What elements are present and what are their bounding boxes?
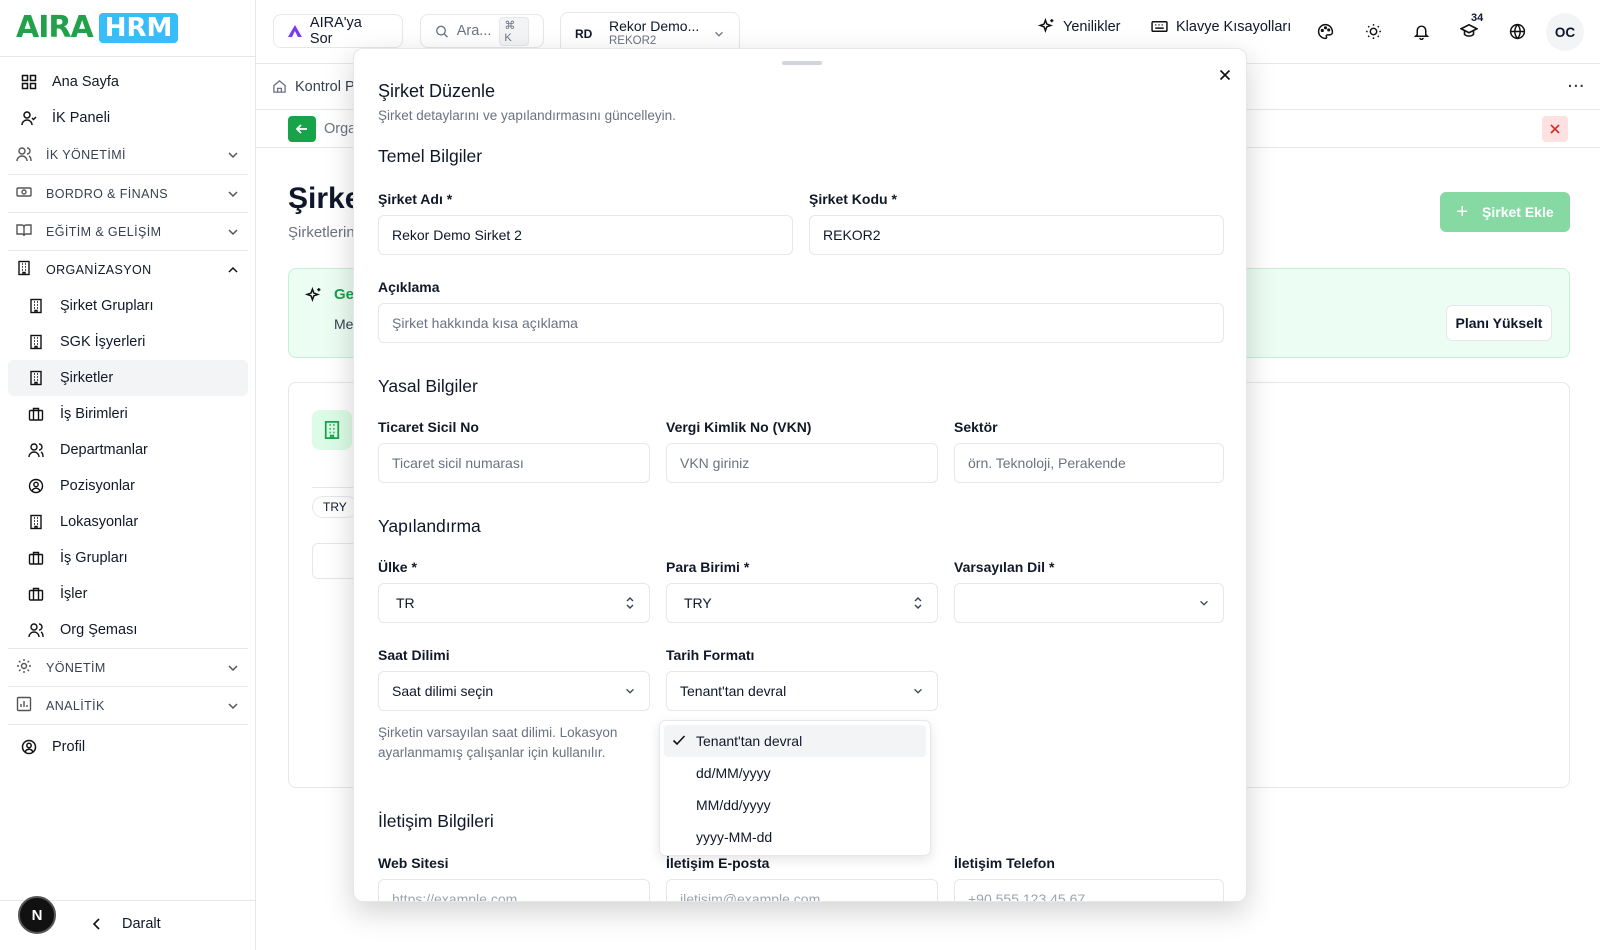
date-format-option[interactable]: Tenant'tan devral [664,725,926,757]
timezone-label: Saat Dilimi [378,647,450,663]
website-placeholder: https://example.com [392,891,518,902]
chevrons-up-down-icon [914,597,922,609]
contact-email-placeholder: iletisim@example.com [680,891,821,902]
date-format-select[interactable]: Tenant'tan devral [666,671,938,711]
option-label: yyyy-MM-dd [696,829,773,845]
sector-label: Sektör [954,419,998,435]
section-legal: Yasal Bilgiler [378,376,478,396]
country-value: TR [396,595,415,611]
date-format-option[interactable]: dd/MM/yyyy [664,757,926,789]
company-name-value: Rekor Demo Sirket 2 [392,227,522,243]
section-contact: İletişim Bilgileri [378,811,494,831]
timezone-help-text: Şirketin varsayılan saat dilimi. Lokasyo… [378,725,618,760]
website-label: Web Sitesi [378,855,449,871]
description-input[interactable]: Şirket hakkında kısa açıklama [378,303,1224,343]
edit-company-dialog: Şirket Düzenle Şirket detaylarını ve yap… [353,48,1247,902]
timezone-select[interactable]: Saat dilimi seçin [378,671,650,711]
default-language-select[interactable] [954,583,1224,623]
trade-registry-input[interactable]: Ticaret sicil numarası [378,443,650,483]
company-code-label: Şirket Kodu * [809,191,897,207]
chevron-down-icon [914,688,922,694]
description-label: Açıklama [378,279,440,295]
company-code-value: REKOR2 [823,227,881,243]
vkn-input[interactable]: VKN giriniz [666,443,938,483]
date-format-option[interactable]: MM/dd/yyyy [664,789,926,821]
currency-label: Para Birimi * [666,559,750,575]
chevron-down-icon [1200,600,1208,606]
trade-registry-label: Ticaret Sicil No [378,419,479,435]
vkn-placeholder: VKN giriniz [680,455,750,471]
timezone-value: Saat dilimi seçin [392,683,494,699]
section-basic: Temel Bilgiler [378,146,483,166]
dialog-description: Şirket detaylarını ve yapılandırmasını g… [378,108,676,123]
date-format-dropdown: Tenant'tan devral dd/MM/yyyy MM/dd/yyyy … [659,720,931,856]
country-select[interactable]: TR [378,583,650,623]
contact-email-input[interactable]: iletisim@example.com [666,879,938,902]
contact-email-label: İletişim E-posta [666,855,770,871]
sector-input[interactable]: örn. Teknoloji, Perakende [954,443,1224,483]
drag-handle[interactable] [782,61,822,65]
currency-value: TRY [684,595,712,611]
chevrons-up-down-icon [626,597,634,609]
section-config: Yapılandırma [378,516,481,536]
contact-phone-placeholder: +90 555 123 45 67 [968,891,1086,902]
option-label: Tenant'tan devral [696,733,803,749]
date-format-value: Tenant'tan devral [680,683,787,699]
company-code-input[interactable]: REKOR2 [809,215,1224,255]
company-name-input[interactable]: Rekor Demo Sirket 2 [378,215,793,255]
website-input[interactable]: https://example.com [378,879,650,902]
trade-registry-placeholder: Ticaret sicil numarası [392,455,524,471]
vkn-label: Vergi Kimlik No (VKN) [666,419,812,435]
currency-select[interactable]: TRY [666,583,938,623]
check-icon [672,735,686,746]
company-name-label: Şirket Adı * [378,191,453,207]
contact-phone-input[interactable]: +90 555 123 45 67 [954,879,1224,902]
contact-phone-label: İletişim Telefon [954,855,1055,871]
option-label: MM/dd/yyyy [696,797,771,813]
option-label: dd/MM/yyyy [696,765,771,781]
chevron-down-icon [626,688,634,694]
sector-placeholder: örn. Teknoloji, Perakende [968,455,1126,471]
default-language-label: Varsayılan Dil * [954,559,1055,575]
date-format-option[interactable]: yyyy-MM-dd [664,821,926,853]
date-format-label: Tarih Formatı [666,647,755,663]
close-icon[interactable] [1215,65,1235,85]
dialog-title: Şirket Düzenle [378,81,496,101]
country-label: Ülke * [378,559,417,575]
description-placeholder: Şirket hakkında kısa açıklama [392,315,578,331]
